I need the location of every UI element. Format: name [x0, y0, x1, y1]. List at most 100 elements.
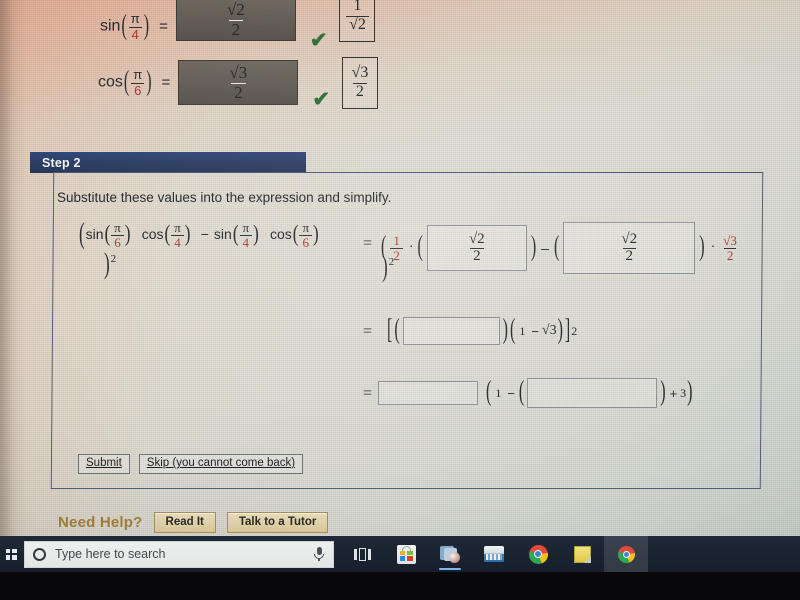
exponent: 2: [110, 253, 117, 265]
check-icon: ✔: [309, 29, 328, 52]
box2-denominator: 2: [622, 248, 637, 264]
minus-sign: −: [531, 323, 539, 339]
task-view-button[interactable]: [340, 536, 384, 572]
trig-row-cos: cos(π 6) = √3 2 ✔ √3 2: [98, 55, 378, 110]
paren-open: (: [518, 377, 525, 407]
paren-close: ): [124, 220, 131, 247]
equals-sign: =: [161, 74, 171, 91]
group-paren-close: ): [687, 377, 693, 407]
plus-sign: +: [669, 385, 678, 401]
screenshot-root: sin(π 4) = √2 2 ✔ 1 √2 cos(π 6) = √3 2…: [0, 0, 800, 600]
taskbar-item-file-explorer[interactable]: [472, 536, 516, 572]
group-paren-open: (: [486, 377, 492, 407]
bracket-open: [: [387, 315, 393, 345]
talk-to-tutor-button[interactable]: Talk to a Tutor: [226, 512, 329, 533]
notepad-icon: [573, 545, 591, 563]
search-placeholder: Type here to search: [55, 547, 166, 561]
denominator: 4: [128, 26, 142, 41]
rhs-line-2: [ ( ) ( 1 − √3 ) ] 2: [386, 315, 577, 345]
paren-close: ): [184, 220, 191, 247]
coefficient-num: 1: [393, 232, 400, 248]
taskbar-item-google-chrome[interactable]: [516, 536, 560, 572]
answer-denominator: 2: [231, 82, 246, 101]
tail-numerator: √3: [723, 232, 737, 248]
paren-close-outer: ): [104, 246, 110, 280]
desk-surface: [0, 572, 800, 600]
step-prompt-text: Substitute these values into the express…: [57, 190, 392, 205]
rhs-line-1: ( 1 2 · ( √2 2 ) – ( √2 2 ) · √3 2: [380, 222, 740, 274]
constant-one: 1: [519, 323, 526, 338]
box2-numerator: √2: [621, 230, 638, 247]
reference-denominator: √2: [346, 15, 369, 33]
search-circle-icon: [33, 547, 46, 561]
search-input[interactable]: Type here to search: [24, 540, 334, 568]
answer-input-box-2[interactable]: √2 2: [563, 222, 696, 274]
constant-one: 1: [495, 385, 502, 400]
minus-sign: −: [507, 385, 515, 401]
skip-button[interactable]: Skip (you cannot come back): [138, 454, 304, 475]
google-chrome-icon: [528, 544, 548, 564]
answer-input-box-5[interactable]: [527, 378, 658, 408]
reference-denominator: 2: [352, 82, 367, 100]
equals-line-2: =: [363, 323, 373, 340]
paren-close: ): [660, 377, 666, 407]
submit-button[interactable]: Submit: [78, 454, 130, 475]
paren-close-2: ): [699, 232, 705, 262]
trig-fn-cos: cos: [98, 73, 123, 91]
left-hand-expression: (sin(π 6) cos(π 4) − sin(π 4) cos(π 6): [78, 217, 320, 250]
answer-input-box-4[interactable]: [378, 381, 478, 405]
trig-row-sin: sin(π 4) = √2 2 ✔ 1 √2: [100, 0, 376, 52]
term4-fn: cos: [269, 226, 292, 243]
multiplication-dot: ·: [408, 240, 414, 255]
equals-line-1: =: [363, 235, 373, 252]
term4-num: π: [302, 220, 310, 235]
box1-denominator: 2: [470, 248, 484, 264]
taskbar-item-notepad[interactable]: [560, 536, 604, 572]
reference-value-cos: √3 2: [341, 56, 378, 109]
paren-close-inner: ): [530, 232, 537, 262]
answer-input-box-3[interactable]: [402, 317, 500, 345]
term2-den: 4: [171, 235, 184, 249]
exponent: 2: [388, 256, 395, 268]
check-icon: ✔: [312, 88, 330, 111]
reference-value-sin: 1 √2: [339, 0, 376, 42]
paren-close: ): [313, 220, 319, 247]
need-help-label: Need Help?: [58, 514, 143, 531]
windows-start-icon: [5, 548, 17, 560]
taskbar-item-microsoft-store[interactable]: [384, 536, 428, 572]
paren-open: (: [232, 220, 239, 247]
answer-box-sin[interactable]: √2 2: [175, 0, 296, 41]
tail-denominator: 2: [723, 248, 737, 262]
taskbar-item-bluestacks[interactable]: [428, 536, 472, 572]
term1-num: π: [114, 220, 121, 235]
reference-numerator: √3: [351, 64, 369, 82]
pi-symbol: π: [133, 67, 143, 83]
read-it-button[interactable]: Read It: [153, 512, 216, 533]
minus-sign: –: [541, 240, 549, 256]
multiplication-dot-2: ·: [710, 240, 716, 255]
term2-num: π: [174, 220, 181, 235]
microphone-icon[interactable]: [313, 547, 325, 561]
box1-numerator: √2: [468, 230, 485, 247]
paren-close-outer: ): [382, 249, 388, 283]
denominator: 6: [131, 82, 145, 97]
answer-input-box-1[interactable]: √2 2: [426, 225, 527, 271]
trig-row-cos-label: cos(π 6): [98, 67, 153, 97]
answer-box-cos[interactable]: √3 2: [178, 60, 299, 105]
answer-denominator: 2: [228, 19, 244, 38]
paren-open-2: (: [553, 232, 560, 262]
start-button[interactable]: [0, 536, 22, 572]
equals-line-3: =: [363, 385, 373, 402]
paren-open: (: [292, 220, 299, 247]
group-paren-open: (: [509, 315, 516, 345]
term4-den: 6: [299, 235, 312, 249]
running-indicator: [439, 568, 461, 570]
bracket-close: ]: [564, 315, 571, 345]
paren-open: (: [164, 220, 171, 247]
left-hand-expression-closer: )2: [103, 246, 117, 279]
answer-numerator: √3: [229, 63, 248, 83]
group-paren-close: ): [557, 315, 563, 345]
pi-symbol: π: [130, 11, 140, 27]
task-view-icon: [353, 547, 371, 561]
taskbar-item-chrome-app[interactable]: [604, 536, 648, 572]
